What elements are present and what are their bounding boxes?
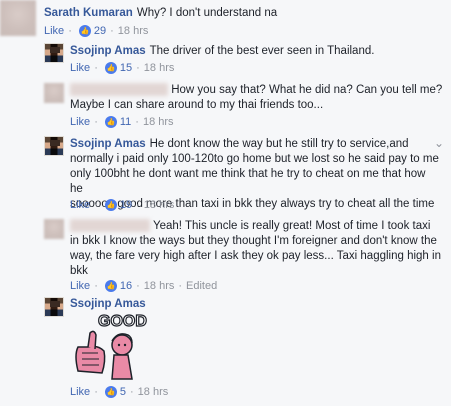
sticker-text: GOOD: [98, 313, 147, 330]
separator-dot: ·: [94, 386, 98, 398]
reaction-count[interactable]: 29: [94, 25, 106, 37]
thumbs-up-icon[interactable]: 👍: [104, 199, 117, 211]
separator-dot: ·: [94, 199, 98, 211]
avatar[interactable]: [44, 43, 64, 63]
thumbs-up-icon[interactable]: 👍: [104, 280, 117, 292]
comment-body: How you say that? What he did na? Can yo…: [70, 83, 445, 113]
reaction-count[interactable]: 19: [120, 199, 132, 211]
reaction-count[interactable]: 11: [120, 116, 131, 128]
avatar[interactable]: [0, 0, 36, 36]
avatar[interactable]: [44, 83, 64, 103]
comment-actions: Like · 👍 11 · 18 hrs: [70, 116, 174, 128]
comment-line: How you say that? What he did na? Can yo…: [70, 83, 445, 98]
comment-actions: Like · 👍 16 · 18 hrs · Edited: [70, 280, 217, 292]
blurred-author-name[interactable]: [70, 83, 168, 97]
comment-text: The driver of the best ever seen in Thai…: [149, 45, 375, 57]
comment-author[interactable]: Sarath Kumaran: [44, 7, 133, 19]
edited-label[interactable]: Edited: [186, 280, 217, 292]
blurred-author-name[interactable]: [70, 219, 150, 233]
comment-body: Yeah! This uncle is really great! Most o…: [70, 219, 445, 279]
comment-author[interactable]: Ssojinp Amas: [70, 138, 146, 150]
timestamp[interactable]: 18 hrs: [144, 199, 175, 211]
thumbs-up-icon[interactable]: 👍: [104, 116, 117, 128]
thumbs-up-fist-icon: [75, 330, 106, 374]
like-button[interactable]: Like: [70, 62, 90, 74]
comment-text: How you say that? What he did na? Can yo…: [171, 84, 443, 96]
reaction-count[interactable]: 16: [120, 280, 132, 292]
avatar[interactable]: [44, 219, 64, 239]
comment-body: Ssojinp Amas The driver of the best ever …: [70, 44, 440, 59]
separator-dot: ·: [94, 280, 98, 292]
timestamp[interactable]: 18 hrs: [143, 116, 174, 128]
separator-dot: ·: [178, 280, 183, 292]
like-button[interactable]: Like: [70, 199, 90, 211]
like-button[interactable]: Like: [44, 25, 64, 37]
sticker-character-icon: [111, 333, 133, 380]
separator-dot: ·: [110, 25, 114, 37]
comment-actions: Like · 👍 5 · 18 hrs: [70, 386, 168, 398]
separator-dot: ·: [94, 62, 98, 74]
separator-dot: ·: [129, 386, 134, 398]
separator-dot: ·: [94, 116, 98, 128]
comment-actions: Like · 👍 19 · 18 hrs: [70, 199, 174, 211]
separator-dot: ·: [136, 280, 140, 292]
comment-line: Ssojinp Amas He dont know the way but he …: [70, 137, 440, 152]
separator-dot: ·: [68, 25, 72, 37]
timestamp[interactable]: 18 hrs: [138, 386, 169, 398]
like-button[interactable]: Like: [70, 386, 90, 398]
comment-text: Why? I don't understand na: [136, 7, 278, 19]
reaction-count[interactable]: 5: [120, 386, 126, 398]
comment-text: only 100bht he dont want me think that h…: [70, 168, 426, 195]
avatar[interactable]: [44, 297, 64, 317]
timestamp[interactable]: 18 hrs: [144, 280, 175, 292]
separator-dot: ·: [136, 199, 140, 211]
timestamp[interactable]: 18 hrs: [144, 62, 175, 74]
comment-body: Ssojinp Amas: [70, 297, 270, 312]
reaction-count[interactable]: 15: [120, 62, 132, 74]
comment-author[interactable]: Ssojinp Amas: [70, 45, 146, 57]
good-sticker[interactable]: GOOD: [68, 311, 148, 381]
thumbs-up-icon[interactable]: 👍: [104, 62, 117, 74]
comment-text: Yeah! This uncle is really great! Most o…: [153, 220, 431, 232]
comment-body: Sarath Kumaran Why? I don't understand na: [44, 6, 444, 21]
comment-actions: Like · 👍 15 · 18 hrs: [70, 62, 174, 74]
thumbs-up-icon[interactable]: 👍: [78, 25, 91, 37]
comment-actions: Like · 👍 29 · 18 hrs: [44, 25, 148, 37]
separator-dot: ·: [135, 116, 139, 128]
separator-dot: ·: [136, 62, 140, 74]
thumbs-up-icon[interactable]: 👍: [104, 386, 117, 398]
like-button[interactable]: Like: [70, 280, 90, 292]
avatar[interactable]: [44, 136, 64, 156]
comment-text: Maybe I can share around to my thai frie…: [70, 99, 324, 111]
timestamp[interactable]: 18 hrs: [118, 25, 149, 37]
comment-text: in bkk I know the ways but they thought …: [70, 235, 437, 247]
comment-text: normally i paid only 100-120to go home b…: [70, 153, 439, 165]
comment-line: Yeah! This uncle is really great! Most o…: [70, 219, 445, 234]
comment-author[interactable]: Ssojinp Amas: [70, 298, 146, 310]
comment-text: He dont know the way but he still try to…: [149, 138, 409, 150]
like-button[interactable]: Like: [70, 116, 90, 128]
chevron-down-icon[interactable]: ⌄: [434, 136, 444, 150]
comment-text: bkk: [70, 265, 88, 277]
comment-text: way, the fare very high after I ask they…: [70, 250, 441, 262]
